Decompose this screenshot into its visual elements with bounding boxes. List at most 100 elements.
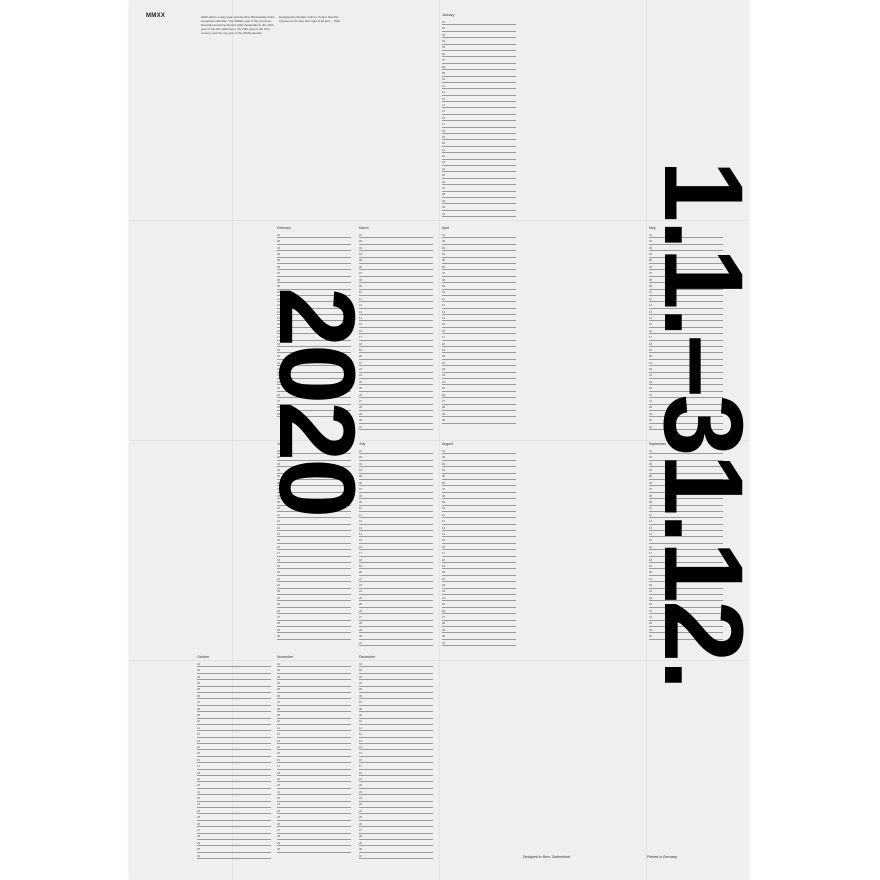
day-number: 09 <box>277 713 281 718</box>
day-number: 10 <box>197 719 201 724</box>
day-number: 11 <box>442 296 445 301</box>
day-number: 16 <box>442 328 446 333</box>
day-number: 13 <box>277 525 281 530</box>
day-number: 20 <box>359 570 363 575</box>
year-title: 2020 <box>257 287 378 516</box>
day-number: 10 <box>277 719 281 724</box>
day-number: 30 <box>197 847 201 852</box>
day-number: 07 <box>277 271 281 276</box>
day-number: 15 <box>442 322 446 327</box>
day-number: 16 <box>197 757 201 762</box>
day-number: 05 <box>442 258 446 263</box>
day-number: 05 <box>442 474 446 479</box>
day-number: 25 <box>277 602 281 607</box>
day-number: 16 <box>359 757 363 762</box>
footer-designed: Designed in Bern, Switzerland <box>523 855 570 859</box>
day-number: 01 <box>442 448 446 453</box>
day-list: 01 02 03 04 05 06 07 08 09 10 11 12 13 14 15 16 17 18 19 20… <box>442 232 516 424</box>
day-number: 28 <box>442 405 446 410</box>
day-number: 24 <box>442 166 446 171</box>
day-number: 07 <box>359 700 363 705</box>
day-number: 20 <box>442 141 446 146</box>
day-number: 12 <box>442 90 446 95</box>
footer-printed: Printed in Germany <box>647 855 678 859</box>
day-number: 05 <box>197 687 201 692</box>
day-number: 30 <box>442 205 446 210</box>
day-number: 29 <box>277 627 281 632</box>
day-number: 02 <box>277 668 281 673</box>
day-number: 12 <box>359 732 363 737</box>
day-number: 16 <box>359 544 363 549</box>
day-number: 23 <box>277 589 281 594</box>
day-number: 23 <box>442 373 446 378</box>
day-number: 18 <box>359 557 363 562</box>
day-number: 15 <box>442 109 446 114</box>
day-number: 14 <box>442 531 446 536</box>
day-number: 20 <box>442 570 446 575</box>
day-number: 08 <box>442 493 446 498</box>
day-number: 17 <box>359 551 363 556</box>
day-number: 21 <box>359 576 363 581</box>
day-number: 04 <box>359 252 363 257</box>
day-number: 27 <box>277 828 281 833</box>
day-number: 20 <box>442 354 446 359</box>
day-number: 07 <box>197 700 201 705</box>
day-number: 21 <box>277 576 281 581</box>
day-number: 24 <box>277 595 281 600</box>
day-number: 17 <box>277 551 281 556</box>
day-number: 30 <box>359 634 363 639</box>
day-number: 28 <box>442 192 446 197</box>
day-number: 05 <box>442 45 446 50</box>
day-number: 30 <box>277 847 281 852</box>
day-number: 28 <box>359 621 363 626</box>
day-number: 03 <box>442 461 446 466</box>
day-number: 25 <box>442 386 446 391</box>
day-number: 15 <box>359 751 363 756</box>
day-number: 04 <box>442 39 446 44</box>
day-number: 06 <box>277 264 281 269</box>
day-number: 21 <box>442 147 446 152</box>
day-number: 05 <box>359 687 363 692</box>
day-number: 30 <box>442 418 446 423</box>
day-number: 24 <box>197 808 201 813</box>
day-number: 16 <box>442 544 446 549</box>
day-number: 26 <box>442 179 446 184</box>
day-number: 27 <box>442 399 446 404</box>
day-number: 01 <box>359 661 363 666</box>
day-number: 22 <box>442 154 446 159</box>
day-number: 17 <box>197 764 201 769</box>
day-number: 18 <box>277 557 281 562</box>
month-name: October <box>197 655 210 659</box>
day-number: 19 <box>359 776 363 781</box>
day-number: 05 <box>277 687 281 692</box>
day-number: 06 <box>442 264 446 269</box>
day-number: 29 <box>359 840 363 845</box>
day-number: 31 <box>197 853 201 858</box>
day-number: 22 <box>277 796 281 801</box>
day-number: 15 <box>359 538 363 543</box>
day-number: 03 <box>197 674 201 679</box>
day-number: 14 <box>359 531 363 536</box>
day-number: 01 <box>442 19 446 24</box>
day-number: 04 <box>442 252 446 257</box>
day-number: 03 <box>359 674 363 679</box>
day-number: 19 <box>359 563 363 568</box>
day-number: 24 <box>277 808 281 813</box>
month-name: April <box>442 226 450 230</box>
day-number: 01 <box>277 661 281 666</box>
day-number: 28 <box>277 834 281 839</box>
day-row: 30 <box>442 417 516 424</box>
day-number: 18 <box>277 770 281 775</box>
day-number: 19 <box>197 776 201 781</box>
day-number: 03 <box>277 245 281 250</box>
day-number: 05 <box>359 258 363 263</box>
day-number: 04 <box>359 681 363 686</box>
day-number: 30 <box>442 634 446 639</box>
day-number: 03 <box>442 32 446 37</box>
day-number: 25 <box>442 173 446 178</box>
day-number: 26 <box>442 392 446 397</box>
month-name: March <box>359 226 369 230</box>
day-number: 15 <box>277 751 281 756</box>
day-number: 06 <box>197 693 201 698</box>
day-number: 10 <box>442 290 446 295</box>
